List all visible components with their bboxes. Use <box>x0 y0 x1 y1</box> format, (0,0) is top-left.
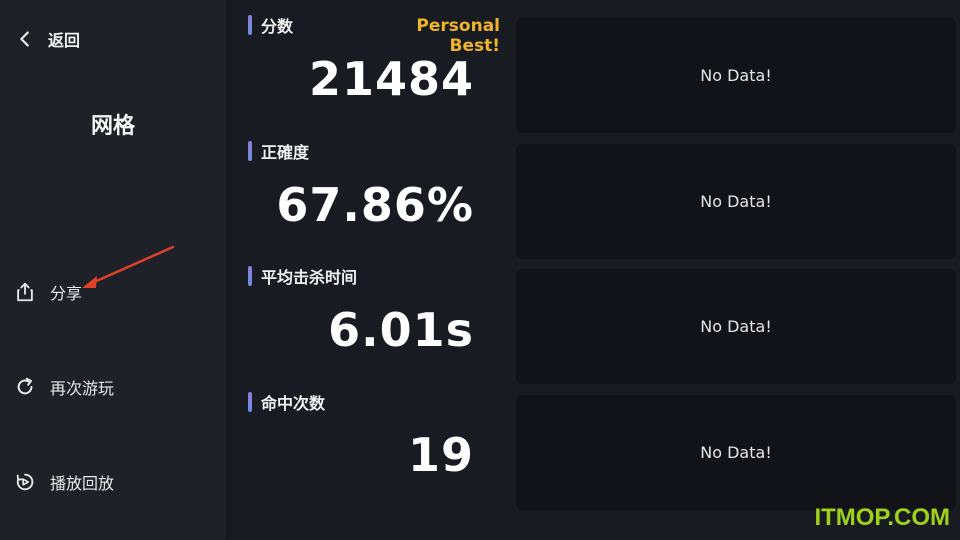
sidebar: 返回 网格 分享 再次游玩 播放回放 <box>0 0 226 540</box>
stats-panel: 分数 Personal Best! 21484 No Data! 正確度 67.… <box>226 0 960 540</box>
back-button[interactable]: 返回 <box>14 24 80 54</box>
back-label: 返回 <box>48 31 81 50</box>
chart-card-avg-kill-time: No Data! <box>516 269 956 384</box>
play-again-button[interactable]: 再次游玩 <box>14 372 114 402</box>
playback-button[interactable]: 播放回放 <box>14 467 114 497</box>
chart-card-score: No Data! <box>516 18 956 133</box>
watermark: ITMOP.COM <box>814 504 950 531</box>
stat-value-accuracy: 67.86% <box>276 178 474 232</box>
playback-icon <box>16 473 34 491</box>
replay-icon <box>17 377 33 395</box>
play-again-label: 再次游玩 <box>50 379 115 398</box>
results-screen: 返回 网格 分享 再次游玩 播放回放 分数 Personal Best! 214… <box>0 0 960 540</box>
stat-value-avg-kill-time: 6.01s <box>328 303 474 357</box>
chevron-left-icon <box>20 31 29 47</box>
chart-card-hits: No Data! <box>516 395 956 510</box>
stat-label-accuracy: 正確度 <box>248 140 309 162</box>
stat-label-hits: 命中次数 <box>248 391 325 413</box>
stat-label-text: 平均击杀时间 <box>261 268 358 287</box>
stat-accent-bar <box>248 392 252 412</box>
stat-value-score: 21484 <box>308 52 474 106</box>
stat-label-text: 分数 <box>261 17 294 36</box>
stat-accent-bar <box>248 141 252 161</box>
no-data-message: No Data! <box>700 66 772 85</box>
share-icon <box>17 282 33 302</box>
chart-card-accuracy: No Data! <box>516 144 956 259</box>
no-data-message: No Data! <box>700 317 772 336</box>
stat-label-text: 正確度 <box>261 143 310 162</box>
stat-label-score: 分数 <box>248 14 293 36</box>
stat-value-hits: 19 <box>407 428 474 482</box>
stat-label-avg-kill-time: 平均击杀时间 <box>248 265 357 287</box>
no-data-message: No Data! <box>700 443 772 462</box>
personal-best-badge: Personal Best! <box>416 16 500 56</box>
playback-label: 播放回放 <box>50 474 115 493</box>
stat-accent-bar <box>248 266 252 286</box>
share-button[interactable]: 分享 <box>14 277 82 307</box>
mode-title: 网格 <box>90 114 135 139</box>
stat-accent-bar <box>248 15 252 35</box>
no-data-message: No Data! <box>700 192 772 211</box>
share-label: 分享 <box>50 284 83 303</box>
stat-label-text: 命中次数 <box>261 394 326 413</box>
